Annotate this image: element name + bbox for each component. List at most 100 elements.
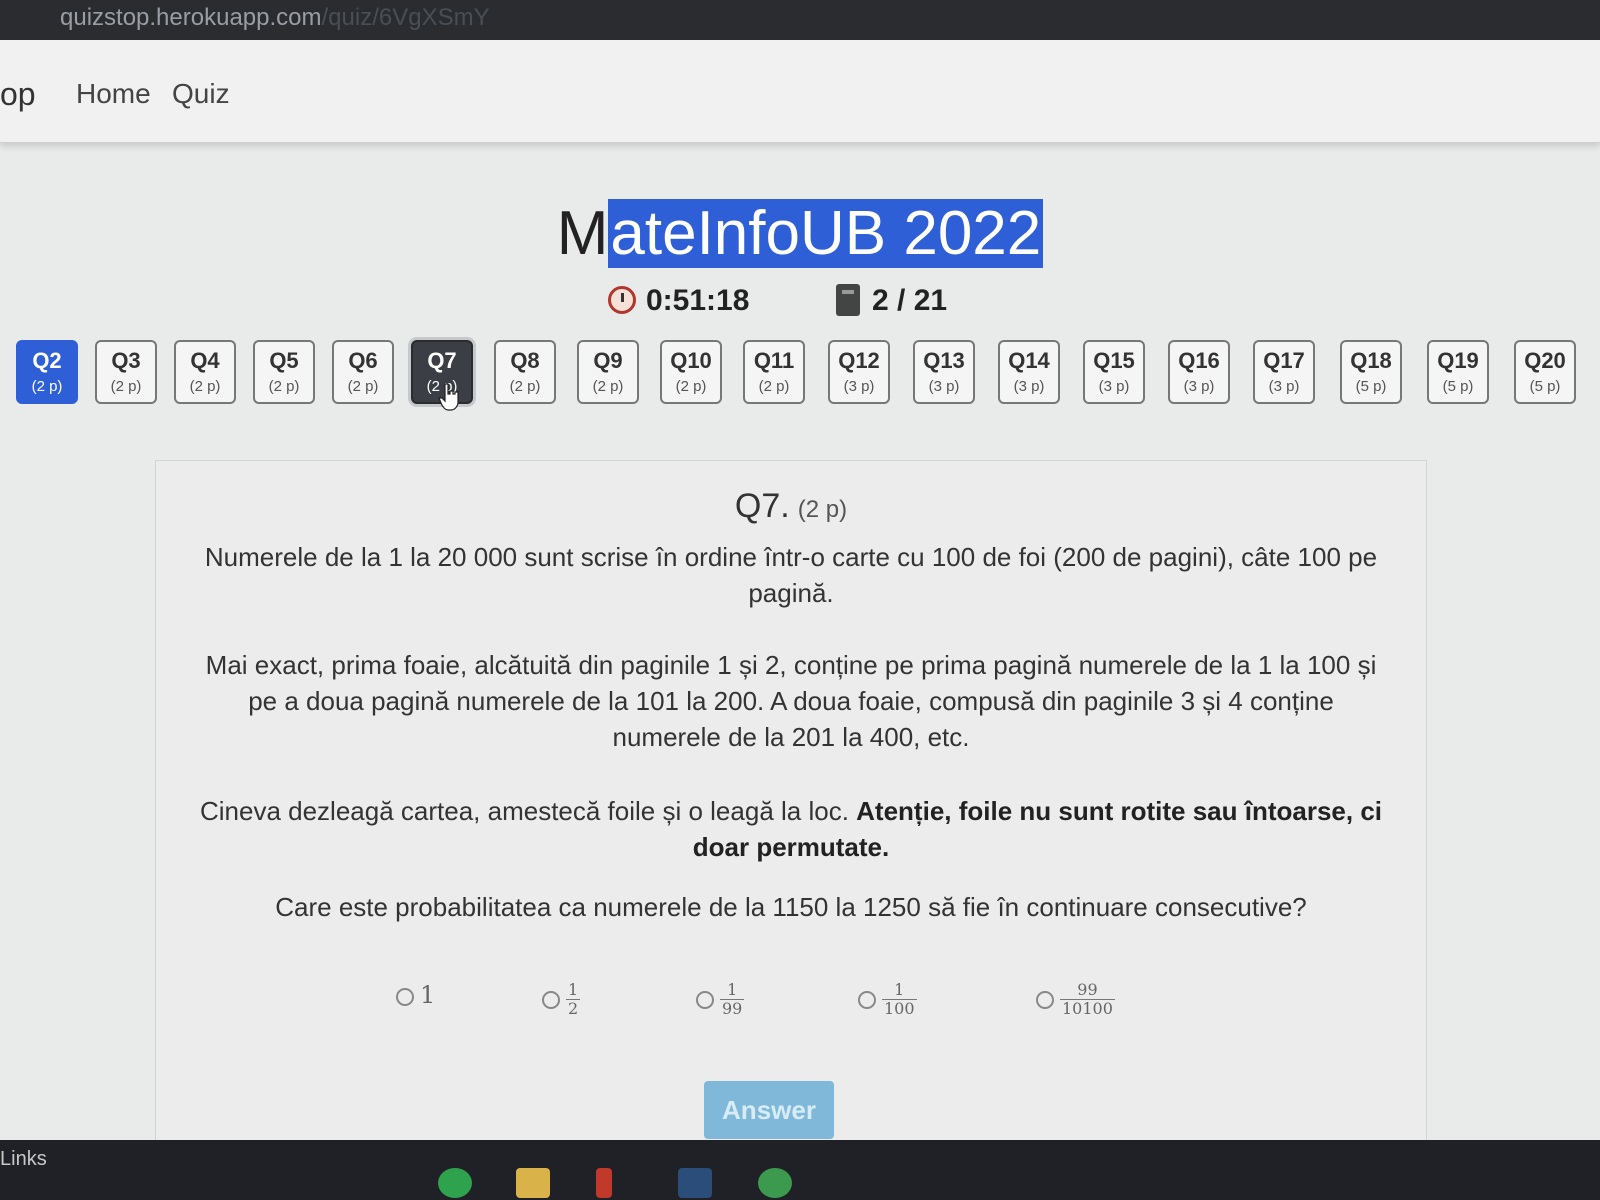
- question-button-q20[interactable]: Q20 (5 p): [1514, 340, 1576, 404]
- hand-cursor-icon: [438, 383, 459, 411]
- site-brand[interactable]: op: [0, 76, 36, 113]
- url-text: quizstop.herokuapp.com: [60, 4, 322, 31]
- fraction-numerator: 99: [1060, 981, 1115, 1000]
- fraction: 1 100: [882, 981, 917, 1018]
- question-button-label: Q13: [923, 348, 965, 373]
- question-button-label: Q9: [593, 348, 623, 373]
- taskbar: Links: [0, 1140, 1600, 1200]
- question-button-label: Q15: [1093, 348, 1135, 373]
- question-button-q6[interactable]: Q6 (2 p): [332, 340, 394, 404]
- answer-option-1[interactable]: 1: [396, 981, 435, 1009]
- quiz-title-selected: ateInfoUB 2022: [608, 199, 1044, 268]
- nav-quiz-link[interactable]: Quiz: [172, 78, 230, 110]
- timer: 0:51:18: [608, 284, 749, 318]
- fraction: 12: [566, 981, 581, 1018]
- fraction: 1 99: [720, 981, 745, 1018]
- question-button-q5[interactable]: Q5 (2 p): [253, 340, 315, 404]
- question-button-points: (3 p): [928, 378, 960, 395]
- radio-button[interactable]: [396, 987, 414, 1006]
- links-toolbar-label[interactable]: Links: [0, 1148, 47, 1171]
- question-button-points: (3 p): [1183, 378, 1215, 395]
- question-button-points: (3 p): [1268, 378, 1300, 395]
- answer-option-2[interactable]: 12: [542, 981, 581, 1018]
- alarm-clock-icon: [608, 286, 636, 314]
- radio-button[interactable]: [542, 990, 560, 1009]
- question-button-label: Q19: [1437, 348, 1479, 373]
- nav-home-link[interactable]: Home: [76, 78, 151, 110]
- question-heading: Q7. (2 p): [156, 487, 1426, 526]
- question-button-q16[interactable]: Q16 (3 p): [1168, 340, 1230, 404]
- radio-button[interactable]: [1036, 990, 1054, 1009]
- browser-toolbar: quizstop.herokuapp.com/quiz/6VgXSmY: [0, 0, 1600, 40]
- question-button-label: Q7: [427, 348, 457, 373]
- question-button-q17[interactable]: Q17 (3 p): [1253, 340, 1315, 404]
- quiz-title: MateInfoUB 2022: [0, 198, 1600, 269]
- question-panel: Q7. (2 p) Numerele de la 1 la 20 000 sunt…: [155, 460, 1427, 1162]
- chrome-icon[interactable]: [758, 1168, 792, 1198]
- question-button-q2[interactable]: Q2 (2 p): [16, 340, 78, 404]
- quiz-title-first: M: [556, 199, 609, 268]
- question-number: Q7.: [734, 487, 790, 525]
- question-button-q13[interactable]: Q13 (3 p): [913, 340, 975, 404]
- question-button-points: (2 p): [758, 378, 790, 395]
- option-value: 1: [420, 981, 436, 1009]
- question-button-q3[interactable]: Q3 (2 p): [95, 340, 157, 404]
- question-paragraph-1: Numerele de la 1 la 20 000 sunt scrise î…: [204, 542, 1378, 608]
- question-button-points: (3 p): [1098, 378, 1130, 395]
- paragraph-3-text: Cineva dezleagă cartea, amestecă foile ș…: [199, 796, 857, 826]
- question-button-q19[interactable]: Q19 (5 p): [1427, 340, 1489, 404]
- question-button-label: Q6: [348, 348, 378, 373]
- question-button-points: (5 p): [1529, 378, 1561, 395]
- question-button-q12[interactable]: Q12 (3 p): [828, 340, 890, 404]
- question-button-label: Q18: [1350, 348, 1392, 373]
- fraction-denominator: 10100: [1062, 999, 1113, 1018]
- question-button-q11[interactable]: Q11 (2 p): [743, 340, 805, 404]
- question-button-points: (2 p): [509, 378, 541, 395]
- question-button-points: (3 p): [843, 378, 875, 395]
- question-button-q4[interactable]: Q4 (2 p): [174, 340, 236, 404]
- question-button-points: (5 p): [1355, 378, 1387, 395]
- answer-option-5[interactable]: 99 10100: [1036, 981, 1115, 1018]
- question-button-q15[interactable]: Q15 (3 p): [1083, 340, 1145, 404]
- fraction-denominator: 100: [884, 999, 915, 1018]
- fraction-numerator: 1: [720, 981, 745, 1000]
- question-paragraph-2: Mai exact, prima foaie, alcătuită din pa…: [205, 650, 1377, 752]
- fraction-denominator: 99: [722, 999, 743, 1018]
- book-icon: [836, 284, 860, 316]
- question-button-points: (2 p): [675, 378, 707, 395]
- question-button-label: Q2: [32, 348, 62, 373]
- question-button-q8[interactable]: Q8 (2 p): [494, 340, 556, 404]
- question-button-label: Q16: [1178, 348, 1220, 373]
- question-button-label: Q20: [1524, 348, 1566, 373]
- question-button-q18[interactable]: Q18 (5 p): [1340, 340, 1402, 404]
- site-navbar: op Home Quiz: [0, 40, 1600, 143]
- fraction: 99 10100: [1060, 981, 1115, 1018]
- file-explorer-icon[interactable]: [516, 1168, 550, 1198]
- question-button-label: Q3: [111, 348, 141, 373]
- question-button-label: Q10: [670, 348, 712, 373]
- radio-button[interactable]: [858, 990, 876, 1009]
- question-button-label: Q17: [1263, 348, 1305, 373]
- question-button-points: (3 p): [1013, 378, 1045, 395]
- question-button-points: (2 p): [189, 378, 221, 395]
- radio-button[interactable]: [696, 990, 714, 1009]
- mail-app-icon[interactable]: [596, 1168, 612, 1198]
- answer-option-4[interactable]: 1 100: [858, 981, 917, 1018]
- question-button-q9[interactable]: Q9 (2 p): [577, 340, 639, 404]
- question-paragraph-3: Cineva dezleagă cartea, amestecă foile ș…: [196, 793, 1386, 865]
- question-button-points: (2 p): [268, 378, 300, 395]
- question-button-label: Q4: [190, 348, 220, 373]
- question-button-q10[interactable]: Q10 (2 p): [660, 340, 722, 404]
- question-button-points: (2 p): [592, 378, 624, 395]
- spotify-icon[interactable]: [438, 1168, 472, 1198]
- photoshop-icon[interactable]: [678, 1168, 712, 1198]
- question-button-q14[interactable]: Q14 (3 p): [998, 340, 1060, 404]
- question-prompt: Care este probabilitatea ca numerele de …: [275, 892, 1307, 922]
- answer-button[interactable]: Answer: [704, 1081, 834, 1139]
- question-button-label: Q14: [1008, 348, 1050, 373]
- question-points: (2 p): [797, 496, 848, 523]
- answer-option-3[interactable]: 1 99: [696, 981, 745, 1018]
- question-button-label: Q12: [838, 348, 880, 373]
- question-button-points: (2 p): [110, 378, 142, 395]
- address-bar[interactable]: quizstop.herokuapp.com/quiz/6VgXSmY: [60, 4, 490, 32]
